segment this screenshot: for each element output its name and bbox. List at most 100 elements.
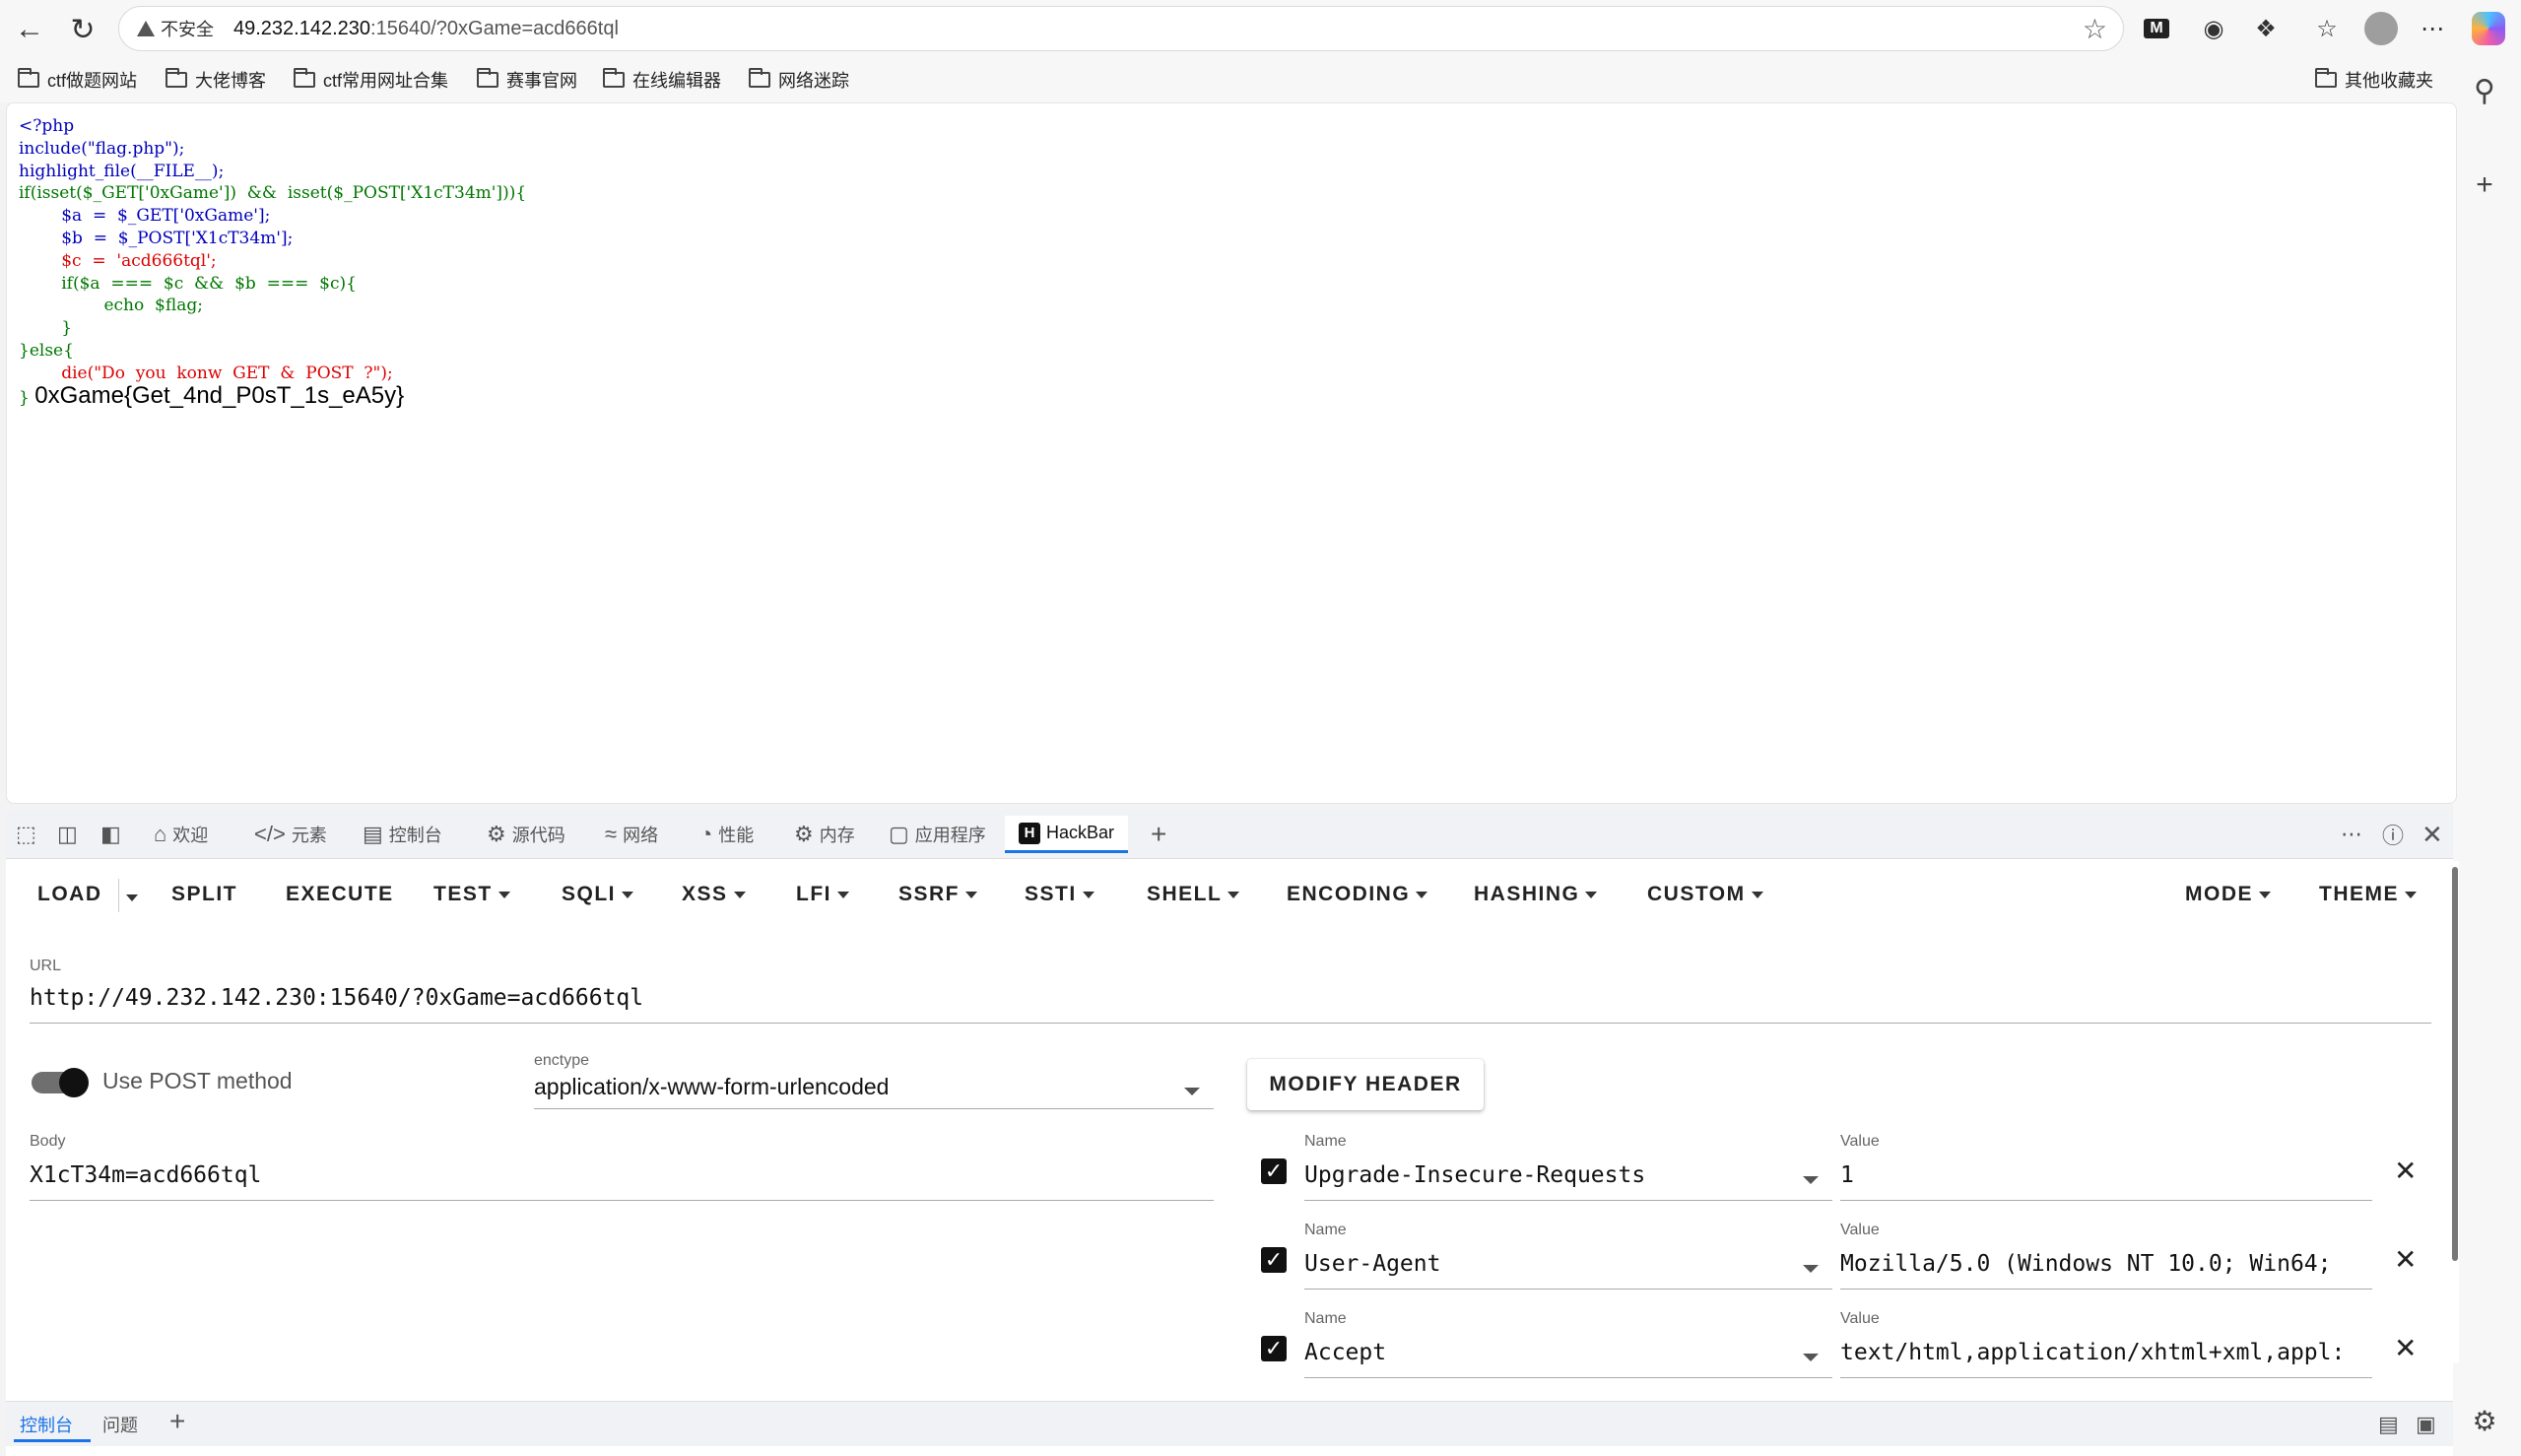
copilot-icon[interactable] <box>2472 12 2505 45</box>
folder-icon <box>166 68 187 88</box>
theme-menu[interactable]: THEME <box>2319 883 2417 906</box>
body-input-underline <box>30 1200 1214 1201</box>
tab-network[interactable]: ≈ 网络 <box>605 820 658 849</box>
profile-avatar[interactable] <box>2364 12 2398 45</box>
more-menu-icon[interactable]: ⋯ <box>2416 12 2449 45</box>
extension-circle-icon[interactable]: ◉ <box>2197 12 2230 45</box>
execute-button[interactable]: EXECUTE <box>286 883 394 906</box>
inspect-element-icon[interactable]: ⬚ <box>16 820 36 849</box>
ssrf-menu[interactable]: SSRF <box>898 883 978 906</box>
header-value-input[interactable]: 1 <box>1840 1162 2372 1188</box>
sqli-menu[interactable]: SQLI <box>562 883 634 906</box>
flag-output: 0xGame{Get_4nd_P0sT_1s_eA5y} <box>34 381 405 409</box>
header-value-label: Value <box>1840 1133 1880 1150</box>
tab-console[interactable]: ▤ 控制台 <box>363 820 442 849</box>
tab-application[interactable]: ▢ 应用程序 <box>889 820 986 849</box>
bookmark-folder[interactable]: 赛事官网 <box>477 67 577 93</box>
lfi-menu[interactable]: LFI <box>796 883 849 906</box>
body-input[interactable]: X1cT34m=acd666tql <box>30 1162 1212 1188</box>
header-name-input[interactable]: Accept <box>1304 1340 1797 1365</box>
drawer-tab-issues[interactable]: 问题 <box>102 1412 138 1437</box>
device-emulation-icon[interactable]: ◫ <box>57 820 78 849</box>
mode-menu[interactable]: MODE <box>2185 883 2271 906</box>
header-name-input[interactable]: User-Agent <box>1304 1251 1797 1277</box>
shell-menu[interactable]: SHELL <box>1147 883 1240 906</box>
ssti-menu[interactable]: SSTI <box>1025 883 1095 906</box>
load-button[interactable]: LOAD <box>37 883 102 906</box>
enctype-select[interactable]: application/x-www-form-urlencoded <box>534 1074 889 1100</box>
xss-menu[interactable]: XSS <box>682 883 746 906</box>
security-indicator[interactable]: 不安全 <box>137 16 233 41</box>
bookmark-folder[interactable]: 大佬博客 <box>166 67 266 93</box>
bookmark-folder[interactable]: 网络迷踪 <box>749 67 849 93</box>
address-bar[interactable]: 不安全 49.232.142.230:15640/?0xGame=acd666t… <box>118 6 2124 51</box>
devtools-drawer: 控制台 问题 + ▤ ▣ <box>6 1401 2453 1446</box>
other-bookmarks-folder[interactable]: 其他收藏夹 <box>2315 67 2433 93</box>
header-enabled-checkbox[interactable]: ✓ <box>1261 1336 1287 1361</box>
add-tab-icon[interactable]: + <box>1151 819 1166 849</box>
custom-menu[interactable]: CUSTOM <box>1647 883 1763 906</box>
encoding-menu[interactable]: ENCODING <box>1287 883 1428 906</box>
favorites-icon[interactable]: ☆ <box>2310 12 2344 45</box>
security-label: 不安全 <box>161 20 214 39</box>
header-value-input[interactable]: Mozilla/5.0 (Windows NT 10.0; Win64; <box>1840 1251 2372 1277</box>
dock-side-icon[interactable]: ◧ <box>100 820 121 849</box>
header-name-input[interactable]: Upgrade-Insecure-Requests <box>1304 1162 1797 1188</box>
devtools-tab-bar: ⬚ ◫ ◧ ⌂ 欢迎 </> 元素 ▤ 控制台 ⚙ 源代码 ≈ 网络 ◔ 性能 ⚙ 内存 ▢ 应… <box>6 810 2453 859</box>
favorite-star-icon[interactable]: ☆ <box>2083 13 2107 45</box>
settings-gear-icon[interactable]: ⚙ <box>2465 1401 2504 1440</box>
close-devtools-icon[interactable]: ✕ <box>2421 820 2443 849</box>
dock-drawer-icon[interactable]: ▤ <box>2378 1412 2399 1437</box>
back-icon[interactable]: ← <box>10 10 49 49</box>
url-input[interactable]: http://49.232.142.230:15640/?0xGame=acd6… <box>30 985 2423 1011</box>
refresh-icon[interactable]: ↻ <box>63 10 102 49</box>
extensions-puzzle-icon[interactable]: ❖ <box>2249 12 2283 45</box>
header-value-input[interactable]: text/html,application/xhtml+xml,appl: <box>1840 1340 2372 1365</box>
test-menu[interactable]: TEST <box>433 883 510 906</box>
drawer-tab-console[interactable]: 控制台 <box>20 1412 73 1437</box>
load-dropdown-icon[interactable] <box>126 894 138 901</box>
code-line: } <box>19 387 30 408</box>
tab-welcome[interactable]: ⌂ 欢迎 <box>154 820 208 849</box>
help-icon[interactable]: ⓘ <box>2382 820 2404 849</box>
tab-memory[interactable]: ⚙ 内存 <box>794 820 855 849</box>
remove-header-close-icon[interactable]: ✕ <box>2394 1332 2417 1364</box>
devtools-panel: ⬚ ◫ ◧ ⌂ 欢迎 </> 元素 ▤ 控制台 ⚙ 源代码 ≈ 网络 ◔ 性能 ⚙ 内存 ▢ 应… <box>6 810 2459 1456</box>
close-drawer-icon[interactable]: ▣ <box>2416 1412 2436 1437</box>
code-line: $c = 'acd666tql'; <box>19 250 217 271</box>
header-enabled-checkbox[interactable]: ✓ <box>1261 1247 1287 1273</box>
tab-sources[interactable]: ⚙ 源代码 <box>487 820 565 849</box>
hashing-menu[interactable]: HASHING <box>1474 883 1598 906</box>
warning-icon <box>137 21 155 36</box>
chevron-down-icon[interactable] <box>1803 1265 1819 1273</box>
search-icon[interactable]: ⚲ <box>2465 71 2504 110</box>
tab-hackbar[interactable]: H HackBar <box>1005 816 1129 853</box>
code-line: echo $flag; <box>19 296 203 316</box>
bookmark-folder[interactable]: ctf做题网站 <box>18 67 137 93</box>
tab-elements[interactable]: </> 元素 <box>254 820 327 849</box>
bug-icon: ⚙ <box>487 822 506 846</box>
header-name-label: Name <box>1304 1133 1347 1150</box>
chevron-down-icon[interactable] <box>1803 1176 1819 1184</box>
add-drawer-tab-icon[interactable]: + <box>169 1406 185 1437</box>
split-button[interactable]: SPLIT <box>171 883 237 906</box>
remove-header-close-icon[interactable]: ✕ <box>2394 1243 2417 1276</box>
bookmark-folder[interactable]: ctf常用网址合集 <box>294 67 448 93</box>
markdown-extension-icon[interactable]: M <box>2144 19 2169 38</box>
chevron-down-icon[interactable] <box>1803 1354 1819 1361</box>
code-line: } <box>19 318 73 339</box>
header-name-underline <box>1304 1377 1832 1378</box>
header-value-underline <box>1840 1377 2372 1378</box>
remove-header-close-icon[interactable]: ✕ <box>2394 1155 2417 1187</box>
modify-header-button[interactable]: MODIFY HEADER <box>1247 1059 1484 1110</box>
chevron-down-icon[interactable] <box>1184 1088 1200 1095</box>
header-enabled-checkbox[interactable]: ✓ <box>1261 1158 1287 1184</box>
bookmark-folder[interactable]: 在线编辑器 <box>603 67 721 93</box>
chevron-down-icon <box>837 891 849 898</box>
tab-performance[interactable]: ◔ 性能 <box>699 820 754 849</box>
hackbar-scrollbar-thumb[interactable] <box>2452 867 2458 1261</box>
more-tools-icon[interactable]: ⋯ <box>2341 820 2362 849</box>
toggle-knob[interactable] <box>59 1068 89 1097</box>
add-icon[interactable]: + <box>2465 165 2504 205</box>
folder-icon <box>749 68 770 88</box>
